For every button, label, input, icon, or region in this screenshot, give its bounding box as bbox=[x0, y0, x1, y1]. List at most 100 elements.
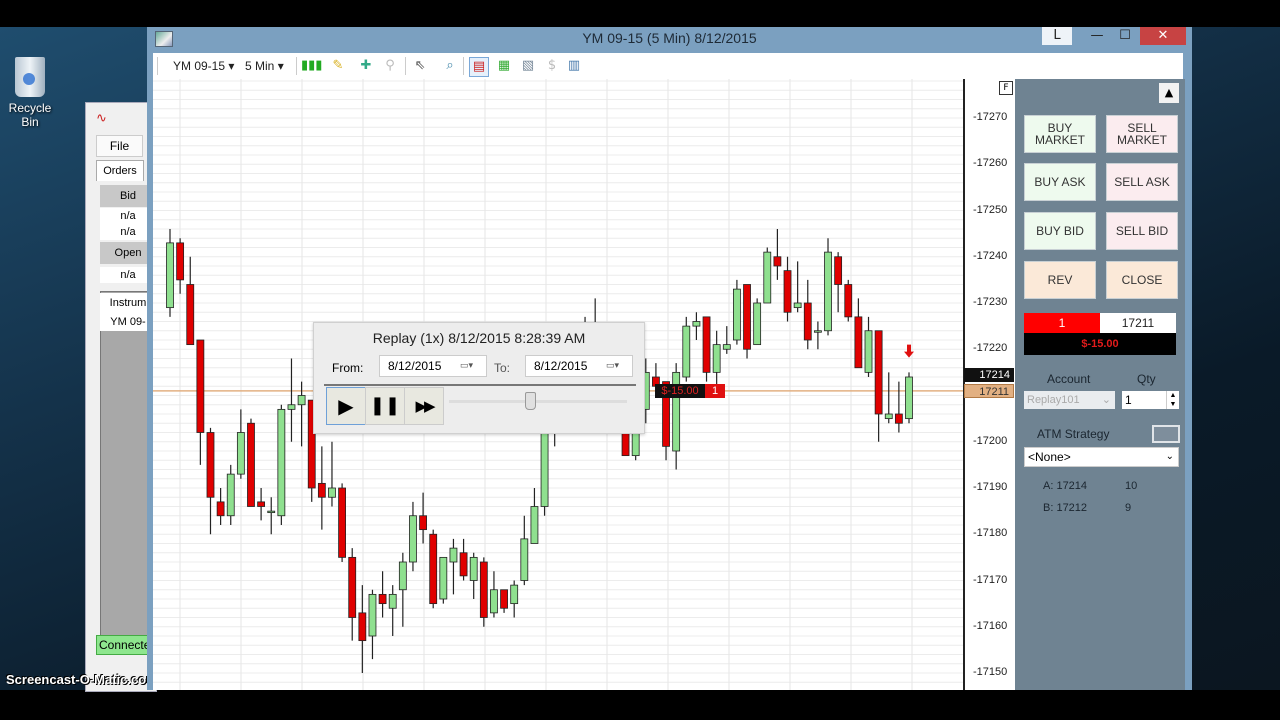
atm-strategy-button[interactable] bbox=[1152, 425, 1180, 443]
candle bbox=[894, 381, 903, 433]
cursor-select-icon[interactable]: ⇖ bbox=[411, 57, 429, 75]
reverse-button[interactable]: REV bbox=[1024, 261, 1096, 299]
zoom-icon[interactable]: ⌕ bbox=[441, 57, 459, 75]
candle-body-down bbox=[844, 284, 853, 318]
candle bbox=[419, 492, 427, 544]
candle-body-down bbox=[743, 284, 751, 350]
position-qty: 1 bbox=[705, 384, 725, 398]
close-position-button[interactable]: CLOSE bbox=[1106, 261, 1178, 299]
f-button[interactable]: F bbox=[999, 81, 1013, 95]
instrument-selector[interactable]: YM 09-15 ▾ bbox=[173, 57, 234, 75]
candle-body-up bbox=[864, 330, 873, 373]
collapse-up-button[interactable]: ▲ bbox=[1159, 83, 1179, 103]
candle-body-down bbox=[216, 501, 225, 517]
candle bbox=[206, 427, 215, 535]
replay-speed-thumb[interactable] bbox=[525, 392, 537, 410]
replay-speed-slider[interactable] bbox=[449, 400, 627, 403]
candle bbox=[803, 279, 812, 350]
candle bbox=[196, 339, 205, 465]
candle-body-up bbox=[540, 422, 549, 507]
recycle-bin[interactable]: Recycle Bin bbox=[0, 57, 60, 129]
fast-forward-button[interactable]: ▶▶ bbox=[404, 387, 444, 425]
buy-bid-button[interactable]: BUY BID bbox=[1024, 212, 1096, 250]
candle bbox=[216, 488, 225, 525]
candle-body-down bbox=[803, 302, 812, 341]
sell-market-label: SELL MARKET bbox=[1116, 121, 1167, 147]
calendar-icon[interactable]: ▭▾ bbox=[460, 359, 480, 372]
atm-strategy-select[interactable]: <None> ⌄ bbox=[1024, 447, 1179, 467]
close-button[interactable]: ✕ bbox=[1140, 27, 1186, 45]
candle-body-up bbox=[439, 556, 448, 600]
position-avg-price: 17211 bbox=[1100, 313, 1176, 333]
candle bbox=[813, 321, 822, 350]
from-date-value: 8/12/2015 bbox=[388, 359, 442, 373]
buy-market-label: BUY MARKET bbox=[1034, 121, 1085, 147]
pause-button[interactable]: ❚❚ bbox=[365, 387, 405, 425]
candle bbox=[368, 589, 377, 660]
candle-body-up bbox=[328, 487, 336, 498]
candle-body-down bbox=[348, 556, 357, 618]
candle-body-up bbox=[712, 344, 721, 373]
candle-body-up bbox=[449, 547, 458, 563]
from-date-picker[interactable]: 8/12/2015 ▭▾ bbox=[379, 355, 487, 377]
minimize-button[interactable]: — bbox=[1084, 27, 1110, 45]
candle-body-up bbox=[398, 561, 407, 591]
candle-body-up bbox=[793, 302, 802, 309]
strategy-icon[interactable]: ⚲ bbox=[381, 57, 399, 75]
candle bbox=[459, 538, 468, 581]
fast-forward-icon: ▶▶ bbox=[415, 397, 435, 415]
drawing-pencil-icon[interactable]: ✎ bbox=[329, 57, 347, 75]
maximize-button[interactable]: ☐ bbox=[1112, 27, 1138, 45]
replay-title: Replay (1x) 8/12/2015 8:28:39 AM bbox=[372, 330, 586, 346]
sell-market-button[interactable]: SELL MARKET bbox=[1106, 115, 1178, 153]
candle-body-down bbox=[854, 316, 863, 369]
quantity-stepper[interactable]: 1 ▲ ▼ bbox=[1122, 391, 1179, 409]
ask-price: A: 17214 bbox=[1043, 480, 1088, 492]
account-select[interactable]: Replay101 ⌄ bbox=[1024, 391, 1115, 409]
candle-body-up bbox=[368, 593, 377, 637]
candle-body-up bbox=[388, 593, 397, 609]
entry-price-flag: 17211 bbox=[964, 384, 1014, 398]
play-button[interactable]: ▶ bbox=[326, 387, 366, 425]
candle-body-down bbox=[459, 552, 468, 577]
candle-body-up bbox=[692, 321, 701, 327]
candle bbox=[530, 488, 539, 544]
to-date-picker[interactable]: 8/12/2015 ▭▾ bbox=[525, 355, 633, 377]
instrument-label: YM 09-15 bbox=[173, 59, 226, 73]
money-icon[interactable]: $ bbox=[543, 57, 561, 75]
to-label: To: bbox=[494, 361, 511, 375]
candle-body-up bbox=[510, 584, 519, 605]
position-quantity: 1 bbox=[1024, 313, 1100, 333]
calendar-icon[interactable]: ▭▾ bbox=[606, 359, 626, 372]
tab-orders[interactable]: Orders bbox=[96, 160, 144, 181]
candle-body-up bbox=[824, 251, 832, 332]
candle-body-up bbox=[469, 556, 478, 581]
spinner-arrows-icon[interactable]: ▲ ▼ bbox=[1166, 391, 1179, 409]
candle bbox=[672, 363, 681, 470]
add-indicator-icon[interactable]: ✚ bbox=[357, 57, 375, 75]
replay-separator bbox=[324, 384, 636, 386]
candle bbox=[682, 316, 691, 382]
link-button[interactable]: L bbox=[1042, 27, 1072, 45]
interval-selector[interactable]: 5 Min ▾ bbox=[245, 57, 284, 75]
buy-market-button[interactable]: BUY MARKET bbox=[1024, 115, 1096, 153]
price-tick-label: -17190 bbox=[973, 481, 1008, 493]
toolbar-grip[interactable] bbox=[157, 57, 158, 75]
chevron-down-icon: ⌄ bbox=[1101, 394, 1111, 406]
sell-ask-button[interactable]: SELL ASK bbox=[1106, 163, 1178, 201]
candle-body-down bbox=[773, 256, 782, 267]
sell-bid-button[interactable]: SELL BID bbox=[1106, 212, 1178, 250]
candle bbox=[429, 529, 438, 609]
title-bar[interactable]: YM 09-15 (5 Min) 8/12/2015 L — ☐ ✕ bbox=[147, 27, 1192, 51]
chart-style-icon[interactable]: ▮▮▮ bbox=[301, 57, 322, 75]
atm-strategy-value: <None> bbox=[1028, 450, 1071, 464]
properties-icon[interactable]: ▥ bbox=[565, 57, 583, 75]
file-menu[interactable]: File bbox=[96, 135, 143, 157]
position-marker[interactable]: $-15.00 1 bbox=[655, 384, 725, 398]
buy-ask-button[interactable]: BUY ASK bbox=[1024, 163, 1096, 201]
candle bbox=[166, 229, 174, 317]
indicator-panel-icon[interactable]: ▧ bbox=[519, 57, 537, 75]
chart-trader-icon[interactable]: ▤ bbox=[469, 57, 489, 77]
data-box-icon[interactable]: ▦ bbox=[495, 57, 513, 75]
from-label: From: bbox=[332, 361, 364, 375]
